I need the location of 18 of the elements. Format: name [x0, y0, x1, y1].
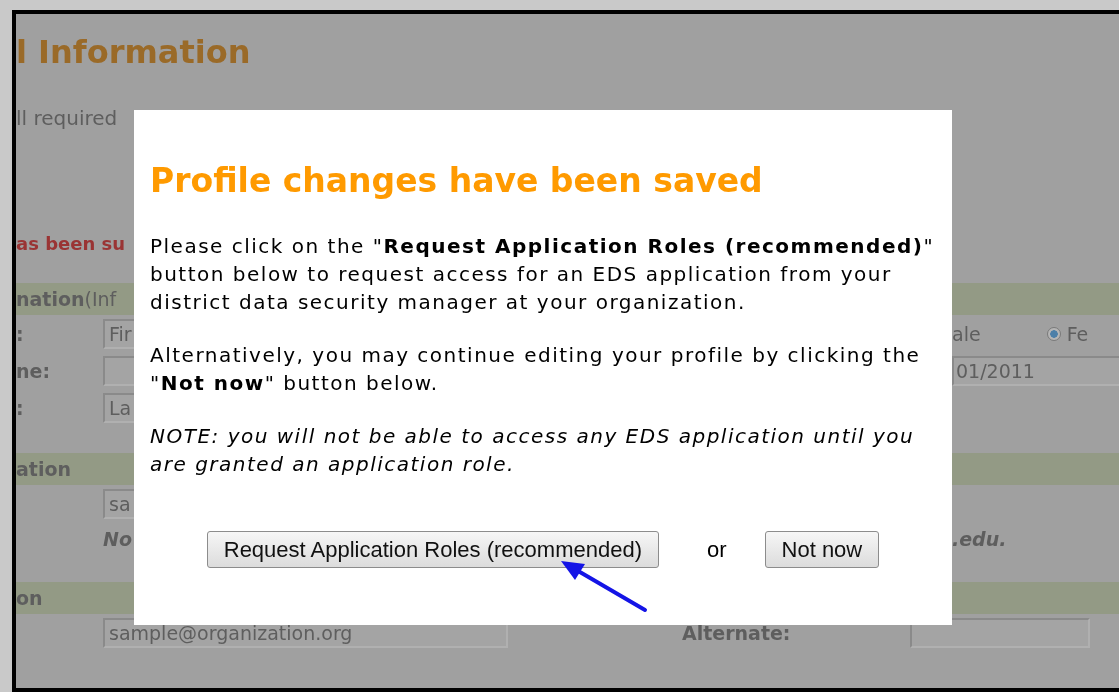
- instructions-text: ll required: [16, 106, 119, 130]
- page-heading: l Information: [16, 32, 251, 72]
- not-now-button[interactable]: Not now: [764, 531, 880, 568]
- dialog-message: Alternatively, you may continue editing your profile by clicking the "Not now" button below.: [150, 342, 922, 397]
- text-field[interactable]: [910, 617, 1090, 648]
- option-label: Fe: [1066, 322, 1089, 345]
- field-label: :: [16, 322, 24, 345]
- dialog-title: Profile changes have been saved: [150, 160, 764, 202]
- status-message: as been su: [16, 232, 126, 256]
- field-label: ne:: [16, 359, 50, 382]
- note-text: No: [103, 527, 132, 550]
- separator-text: or: [706, 536, 727, 563]
- radio-button[interactable]: [1046, 326, 1061, 341]
- field-label: Alternate:: [682, 621, 792, 644]
- field-label: :: [16, 396, 24, 419]
- request-roles-button[interactable]: Request Application Roles (recommended): [206, 531, 659, 568]
- note-text: .edu.: [952, 527, 1007, 550]
- option-label: ale: [952, 322, 981, 345]
